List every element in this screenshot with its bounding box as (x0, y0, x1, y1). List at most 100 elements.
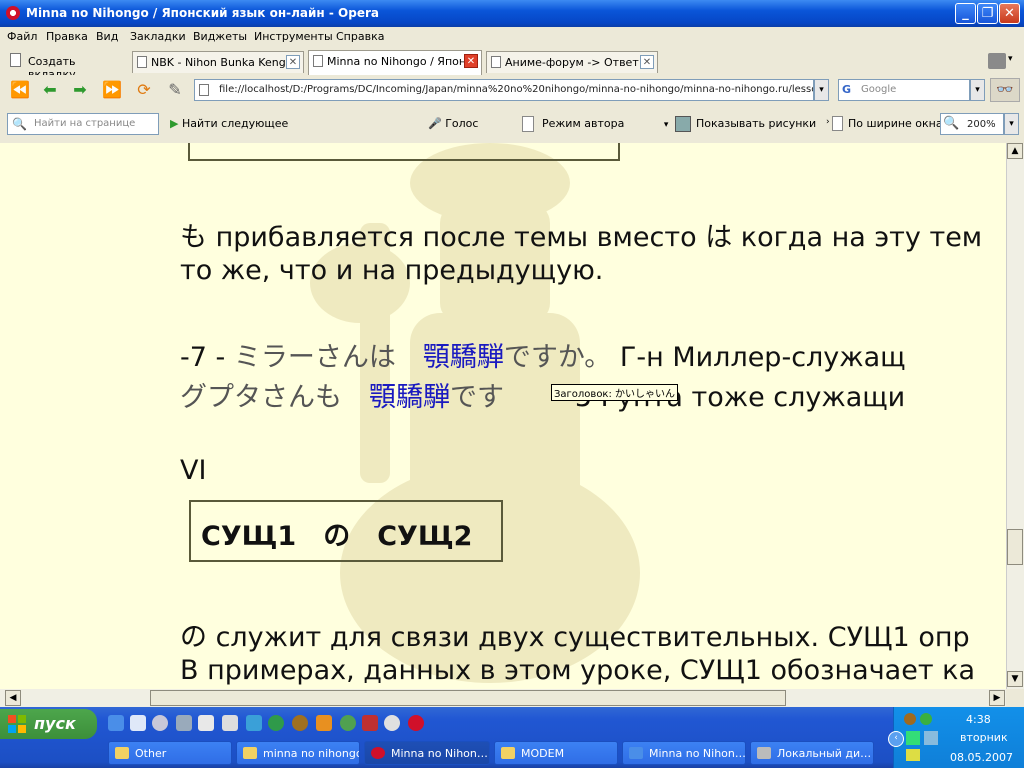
flower-icon[interactable] (340, 715, 356, 731)
menu-view[interactable]: Вид (96, 30, 118, 43)
menu-bar: Файл Правка Вид Закладки Виджеты Инструм… (0, 27, 1024, 48)
fit-width-button[interactable]: › По ширине окна (826, 116, 943, 131)
start-label: пуск (34, 714, 76, 733)
menu-edit[interactable]: Правка (46, 30, 88, 43)
close-tab-icon[interactable]: ✕ (640, 55, 654, 69)
tray-status-icon[interactable] (920, 713, 932, 725)
folder-icon (243, 747, 257, 759)
find-next-button[interactable]: ▶ Найти следующее (170, 117, 288, 130)
show-images-button[interactable]: Показывать рисунки (675, 116, 816, 132)
translation-text: Г-н Миллер-служащ (611, 342, 906, 373)
close-tab-icon[interactable]: ✕ (464, 54, 478, 68)
paragraph-2-line-1: の служит для связи двух существительных.… (180, 615, 970, 654)
text-span: когда на эту тем (732, 222, 983, 253)
fast-forward-icon[interactable]: ⏩ (101, 79, 123, 101)
document-icon (522, 116, 534, 132)
taskbar: пуск Other minna no nihongo Minna no Nih… (0, 707, 1024, 768)
settings-gear-icon[interactable] (152, 715, 168, 731)
author-mode-button[interactable]: Режим автора ▾ (522, 116, 669, 132)
opera-logo-icon (6, 6, 20, 20)
ie-shortcut-icon[interactable] (130, 715, 146, 731)
japanese-text: です (450, 382, 504, 413)
tray-app-icon[interactable] (904, 713, 916, 725)
horizontal-scroll-thumb[interactable] (150, 690, 786, 706)
tab-nbk[interactable]: NBK - Nihon Bunka Keng… ✕ (132, 51, 304, 73)
address-dropdown-icon[interactable]: ▾ (814, 79, 829, 101)
section-heading: VI (180, 455, 207, 486)
minimize-button[interactable]: _ (955, 3, 976, 24)
zoom-dropdown-icon[interactable]: ▾ (1004, 113, 1019, 135)
task-minna-ie[interactable]: Minna no Nihon… (622, 741, 746, 765)
voice-button[interactable]: 🎤 Голос (428, 117, 478, 130)
scroll-up-icon[interactable]: ▲ (1007, 143, 1023, 159)
kaishain-link[interactable]: 顎驕騨 (369, 382, 450, 413)
text-span: прибавляется после темы вместо (207, 222, 706, 253)
edit-icon[interactable]: ✎ (164, 79, 186, 101)
author-mode-dropdown-icon[interactable]: ▾ (664, 120, 669, 130)
network-connection-icon[interactable] (906, 731, 920, 745)
find-input[interactable]: 🔍 Найти на странице (7, 113, 159, 135)
grammar-pattern-box: СУЩ1 の СУЩ2 (189, 500, 503, 562)
scroll-right-icon[interactable]: ▶ (989, 690, 1005, 706)
tray-expand-icon[interactable]: ‹ (888, 731, 904, 747)
task-other[interactable]: Other (108, 741, 232, 765)
task-label: minna no nihongo (263, 747, 360, 760)
task-local-disk[interactable]: Локальный ди… (750, 741, 874, 765)
tab-anime-forum[interactable]: Аниме-форум -> Ответ … ✕ (486, 51, 658, 73)
trash-icon[interactable] (988, 53, 1006, 69)
globe-icon[interactable] (268, 715, 284, 731)
menu-widgets[interactable]: Виджеты (193, 30, 247, 43)
close-button[interactable]: ✕ (999, 3, 1020, 24)
media-icon[interactable] (292, 715, 308, 731)
rewind-icon[interactable]: ⏪ (9, 79, 31, 101)
vertical-scroll-thumb[interactable] (1007, 529, 1023, 565)
task-minna-opera[interactable]: Minna no Nihon… (364, 741, 490, 765)
language-icon[interactable] (906, 749, 920, 761)
back-icon[interactable]: ⬅ (39, 79, 61, 101)
app-shortcut-icon[interactable] (176, 715, 192, 731)
menu-bookmarks[interactable]: Закладки (130, 30, 186, 43)
reload-icon[interactable]: ⟳ (133, 79, 155, 101)
new-page-icon (10, 53, 21, 67)
opera-binoculars-icon[interactable]: 👓 (990, 78, 1020, 102)
lightning-icon[interactable] (316, 715, 332, 731)
task-modem[interactable]: MODEM (494, 741, 618, 765)
paragraph-1-line-1: も прибавляется после темы вместо は когда… (180, 215, 982, 254)
tool-icon[interactable] (362, 715, 378, 731)
search-field[interactable]: G Google (838, 79, 970, 101)
player-icon[interactable] (384, 715, 400, 731)
task-label: Minna no Nihon… (649, 747, 746, 760)
tab-minna[interactable]: Minna no Nihongo / Япон… ✕ (308, 50, 482, 75)
scroll-left-icon[interactable]: ◀ (5, 690, 21, 706)
opera-icon[interactable] (408, 715, 424, 731)
network-icon[interactable] (246, 715, 262, 731)
calculator-icon[interactable] (222, 715, 238, 731)
microphone-icon: 🎤 (428, 117, 442, 130)
new-tab-button[interactable]: Создать вкладку (6, 51, 126, 81)
zoom-value: 200% (967, 119, 996, 130)
page-icon (199, 84, 209, 96)
page-icon (137, 56, 147, 68)
restore-button[interactable]: ❐ (977, 3, 998, 24)
scroll-down-icon[interactable]: ▼ (1007, 671, 1023, 687)
menu-tools[interactable]: Инструменты (254, 30, 333, 43)
internet-explorer-icon[interactable] (108, 715, 124, 731)
search-icon: 🔍 (12, 117, 27, 131)
menu-help[interactable]: Справка (336, 30, 384, 43)
address-field[interactable]: file://localhost/D:/Programs/DC/Incoming… (194, 79, 814, 101)
zoom-field[interactable]: 🔍 200% (940, 113, 1004, 135)
search-dropdown-icon[interactable]: ▾ (970, 79, 985, 101)
close-tab-icon[interactable]: ✕ (286, 55, 300, 69)
menu-file[interactable]: Файл (7, 30, 37, 43)
image-icon (675, 116, 691, 132)
horizontal-scrollbar[interactable]: ◀ ▶ (0, 689, 1006, 707)
kaishain-link[interactable]: 顎驕騨 (423, 342, 504, 373)
forward-icon[interactable]: ➡ (69, 79, 91, 101)
volume-icon[interactable] (924, 731, 938, 745)
task-minna-folder[interactable]: minna no nihongo (236, 741, 360, 765)
tab-label: Minna no Nihongo / Япон… (327, 55, 478, 68)
start-button[interactable]: пуск (0, 709, 97, 739)
text-editor-icon[interactable] (198, 715, 214, 731)
trash-dropdown-icon[interactable]: ▾ (1008, 54, 1013, 64)
vertical-scrollbar[interactable]: ▲ ▼ (1006, 143, 1024, 689)
